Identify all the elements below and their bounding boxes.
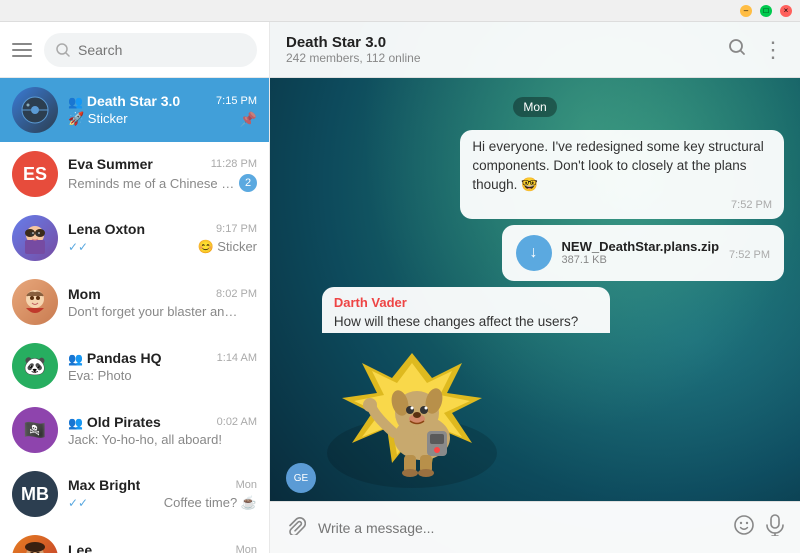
chat-content: 👥 Death Star 3.0 7:15 PM 🚀 Sticker 📌 — [68, 93, 257, 128]
chat-item[interactable]: 🐼 👥 Pandas HQ 1:14 AM Eva: Photo — [0, 334, 269, 398]
chat-time: Mon — [236, 544, 257, 553]
sticker-area: GE — [270, 333, 800, 501]
bubble: Hi everyone. I've redesigned some key st… — [460, 130, 784, 219]
chat-name: Lena Oxton — [68, 221, 145, 237]
file-info: NEW_DeathStar.plans.zip 387.1 KB — [562, 239, 719, 266]
avatar — [12, 215, 58, 261]
file-message: ↓ NEW_DeathStar.plans.zip 387.1 KB 7:52 … — [502, 225, 784, 281]
search-input[interactable] — [78, 42, 245, 58]
chat-preview: 🚀 Sticker — [68, 111, 128, 127]
chat-item[interactable]: Lee Mon We can call it Galaxy Star 7 ;) — [0, 526, 269, 553]
menu-icon[interactable] — [12, 43, 32, 57]
chat-time: Mon — [236, 479, 257, 491]
chat-area: Death Star 3.0 242 members, 112 online ⋮… — [270, 22, 800, 553]
chat-item[interactable]: 👥 Death Star 3.0 7:15 PM 🚀 Sticker 📌 — [0, 78, 269, 142]
bubble: Darth Vader How will these changes affec… — [322, 287, 610, 333]
chat-content: Lee Mon We can call it Galaxy Star 7 ;) — [68, 542, 257, 553]
chat-content: 👥 Pandas HQ 1:14 AM Eva: Photo — [68, 350, 257, 383]
bubble-text: How will these changes affect the users?… — [334, 313, 598, 333]
chat-preview: Coffee time? ☕ — [164, 495, 257, 511]
chat-item[interactable]: Lena Oxton 9:17 PM ✓✓😊 Sticker — [0, 206, 269, 270]
chat-item[interactable]: MB Max Bright Mon ✓✓Coffee time? ☕ — [0, 462, 269, 526]
chat-time: 7:15 PM — [216, 95, 257, 107]
chat-content: Max Bright Mon ✓✓Coffee time? ☕ — [68, 477, 257, 511]
chat-list: 👥 Death Star 3.0 7:15 PM 🚀 Sticker 📌 ES … — [0, 78, 269, 553]
attach-icon[interactable] — [286, 515, 306, 541]
avatar — [12, 535, 58, 553]
chat-time: 0:02 AM — [217, 416, 257, 428]
chat-item[interactable]: Mom 8:02 PM Don't forget your blaster an… — [0, 270, 269, 334]
chat-title: Death Star 3.0 — [286, 34, 716, 51]
search-header-icon[interactable] — [728, 38, 746, 61]
sender-name: Darth Vader — [334, 295, 598, 310]
chat-time: 11:28 PM — [211, 158, 257, 170]
pin-icon: 📌 — [240, 111, 257, 128]
sidebar: 👥 Death Star 3.0 7:15 PM 🚀 Sticker 📌 ES … — [0, 22, 270, 553]
chat-subtitle: 242 members, 112 online — [286, 51, 716, 65]
maximize-button[interactable]: □ — [760, 5, 772, 17]
avatar: 🏴‍☠️ — [12, 407, 58, 453]
chat-content: Mom 8:02 PM Don't forget your blaster an… — [68, 286, 257, 319]
chat-preview: Jack: Yo-ho-ho, all aboard! — [68, 432, 222, 447]
chat-content: Lena Oxton 9:17 PM ✓✓😊 Sticker — [68, 221, 257, 255]
close-button[interactable]: × — [780, 5, 792, 17]
chat-header: Death Star 3.0 242 members, 112 online ⋮ — [270, 22, 800, 78]
chat-preview: Reminds me of a Chinese prove... — [68, 176, 238, 191]
chat-name: Eva Summer — [68, 156, 153, 172]
chat-item[interactable]: 🏴‍☠️ 👥 Old Pirates 0:02 AM Jack: Yo-ho-h… — [0, 398, 269, 462]
title-bar: – □ × — [0, 0, 800, 22]
bubble-time: 7:52 PM — [731, 199, 772, 211]
app-body: 👥 Death Star 3.0 7:15 PM 🚀 Sticker 📌 ES … — [0, 22, 800, 553]
chat-header-info: Death Star 3.0 242 members, 112 online — [286, 34, 716, 65]
message-bubble: DV Darth Vader How will these changes af… — [286, 287, 610, 333]
search-box[interactable] — [44, 33, 257, 67]
chat-content: 👥 Old Pirates 0:02 AM Jack: Yo-ho-ho, al… — [68, 414, 257, 447]
chat-name: 👥 Old Pirates — [68, 414, 161, 430]
chat-name: Mom — [68, 286, 101, 302]
chat-name: 👥 Pandas HQ — [68, 350, 162, 366]
sidebar-header — [0, 22, 269, 78]
chat-time: 8:02 PM — [216, 288, 257, 300]
date-divider: Mon — [286, 98, 784, 116]
file-name: NEW_DeathStar.plans.zip — [562, 239, 719, 254]
emoji-icon[interactable] — [734, 515, 754, 541]
chat-name: Lee — [68, 542, 92, 553]
search-icon — [56, 43, 70, 57]
file-size: 387.1 KB — [562, 254, 719, 266]
minimize-button[interactable]: – — [740, 5, 752, 17]
mic-icon[interactable] — [766, 514, 784, 542]
chat-input-area — [270, 501, 800, 553]
message-input[interactable] — [318, 520, 722, 536]
download-button[interactable]: ↓ — [516, 235, 552, 271]
chat-name: 👥 Death Star 3.0 — [68, 93, 180, 109]
sticker-image — [322, 333, 502, 493]
messages-area[interactable]: Mon Hi everyone. I've redesigned some ke… — [270, 78, 800, 333]
chat-item[interactable]: ES Eva Summer 11:28 PM Reminds me of a C… — [0, 142, 269, 206]
bubble-text: Hi everyone. I've redesigned some key st… — [472, 138, 772, 195]
chat-preview: Don't forget your blaster and helmet — [68, 304, 238, 319]
chat-preview: Eva: Photo — [68, 368, 132, 383]
chat-content: Eva Summer 11:28 PM Reminds me of a Chin… — [68, 156, 257, 192]
chat-time: 9:17 PM — [216, 223, 257, 235]
bubble-time: 7:52 PM — [729, 249, 770, 261]
chat-time: 1:14 AM — [217, 352, 257, 364]
chat-preview: 😊 Sticker — [197, 239, 257, 255]
avatar — [12, 87, 58, 133]
file-bubble: ↓ NEW_DeathStar.plans.zip 387.1 KB 7:52 … — [502, 225, 784, 281]
message-bubble: Hi everyone. I've redesigned some key st… — [460, 130, 784, 219]
avatar: 🐼 — [12, 343, 58, 389]
unread-badge: 2 — [239, 174, 257, 192]
more-options-icon[interactable]: ⋮ — [762, 37, 784, 63]
chat-name: Max Bright — [68, 477, 140, 493]
sticker-sender-avatar: GE — [286, 463, 316, 493]
chat-header-actions: ⋮ — [728, 37, 784, 63]
avatar: ES — [12, 151, 58, 197]
avatar — [12, 279, 58, 325]
avatar: MB — [12, 471, 58, 517]
